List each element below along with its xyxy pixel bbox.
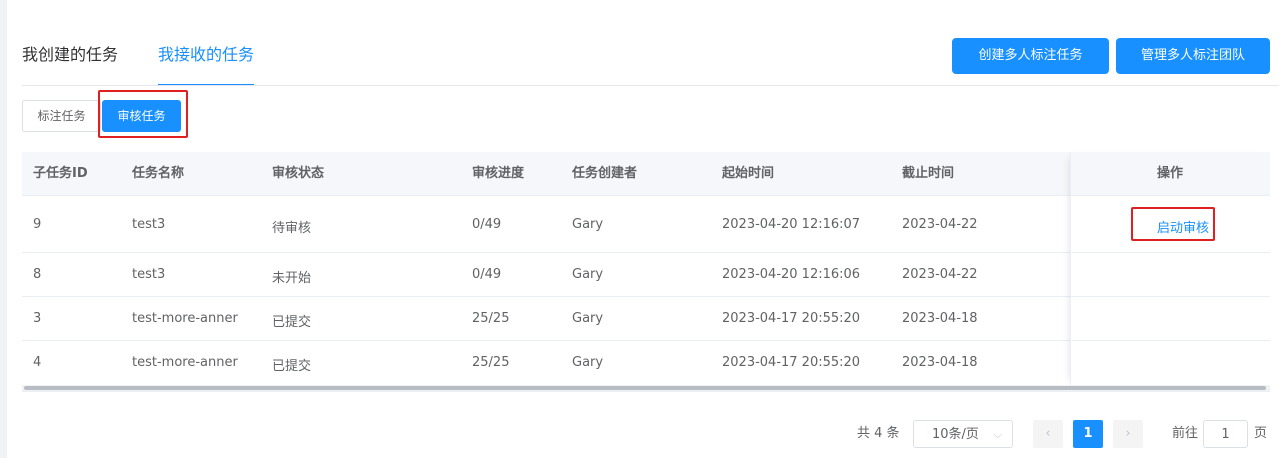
cell-subtask-id: 3 bbox=[33, 311, 42, 326]
cell-end-time: 2023-04-18 bbox=[902, 311, 978, 326]
tab-created-tasks[interactable]: 我创建的任务 bbox=[22, 34, 118, 86]
goto-suffix: 页 bbox=[1254, 426, 1268, 441]
cell-review-progress: 0/49 bbox=[472, 217, 502, 232]
cell-end-time: 2023-04-18 bbox=[902, 355, 978, 370]
cell-subtask-id: 8 bbox=[33, 267, 42, 282]
tabs-divider bbox=[22, 85, 1279, 86]
cell-start-time: 2023-04-20 12:16:06 bbox=[722, 267, 861, 282]
cell-review-status: 未开始 bbox=[272, 271, 312, 286]
cell-review-progress: 0/49 bbox=[472, 267, 502, 282]
header-review-progress: 审核进度 bbox=[472, 166, 525, 181]
cell-subtask-id: 4 bbox=[33, 355, 42, 370]
header-creator: 任务创建者 bbox=[572, 166, 638, 181]
cell-start-time: 2023-04-17 20:55:20 bbox=[722, 355, 861, 370]
cell-end-time: 2023-04-22 bbox=[902, 267, 978, 282]
cell-review-status: 已提交 bbox=[272, 315, 312, 330]
chevron-left-icon: ‹ bbox=[1045, 426, 1051, 441]
cell-start-time: 2023-04-17 20:55:20 bbox=[722, 311, 861, 326]
header-review-status: 审核状态 bbox=[272, 166, 325, 181]
review-task-button[interactable]: 审核任务 bbox=[102, 100, 181, 132]
task-panel: 我创建的任务 我接收的任务 创建多人标注任务 管理多人标注团队 标注任务 审核任… bbox=[7, 0, 1287, 458]
cell-end-time: 2023-04-22 bbox=[902, 217, 978, 232]
cell-creator: Gary bbox=[572, 217, 604, 232]
cell-creator: Gary bbox=[572, 267, 604, 282]
header-start-time: 起始时间 bbox=[722, 166, 775, 181]
cell-review-status: 待审核 bbox=[272, 221, 312, 236]
tab-received-tasks[interactable]: 我接收的任务 bbox=[158, 34, 255, 86]
operation-column bbox=[1070, 152, 1270, 386]
cell-task-name: test-more-anner bbox=[132, 311, 238, 326]
cell-task-name: test-more-anner bbox=[132, 355, 238, 370]
page-size-value: 10条/页 bbox=[932, 427, 979, 442]
cell-review-progress: 25/25 bbox=[472, 355, 510, 370]
cell-review-progress: 25/25 bbox=[472, 311, 510, 326]
chevron-right-icon: › bbox=[1125, 426, 1131, 441]
page-number-current[interactable]: 1 bbox=[1073, 420, 1103, 448]
cell-creator: Gary bbox=[572, 355, 604, 370]
cell-creator: Gary bbox=[572, 311, 604, 326]
prev-page-button[interactable]: ‹ bbox=[1033, 420, 1063, 448]
page-size-select[interactable]: 10条/页 ⌵ bbox=[913, 420, 1013, 448]
header-end-time: 截止时间 bbox=[902, 166, 955, 181]
annotate-task-button[interactable]: 标注任务 bbox=[22, 100, 101, 132]
chevron-down-icon: ⌵ bbox=[993, 428, 1002, 441]
table-bottom-border bbox=[22, 391, 1270, 392]
pagination-total: 共 4 条 bbox=[857, 426, 900, 441]
task-table: 子任务ID 任务名称 审核状态 审核进度 任务创建者 起始时间 截止时间 操作 … bbox=[22, 152, 1270, 394]
cell-subtask-id: 9 bbox=[33, 217, 42, 232]
cell-task-name: test3 bbox=[132, 217, 166, 232]
header-task-name: 任务名称 bbox=[132, 166, 185, 181]
goto-label: 前往 bbox=[1172, 426, 1199, 441]
cell-review-status: 已提交 bbox=[272, 359, 312, 374]
next-page-button[interactable]: › bbox=[1113, 420, 1143, 448]
create-team-task-button[interactable]: 创建多人标注任务 bbox=[952, 38, 1109, 74]
tab-received-label: 我接收的任务 bbox=[158, 45, 255, 64]
scrollbar-thumb[interactable] bbox=[24, 386, 1266, 390]
goto-page-input[interactable]: 1 bbox=[1203, 420, 1248, 448]
cell-start-time: 2023-04-20 12:16:07 bbox=[722, 217, 861, 232]
manage-team-button[interactable]: 管理多人标注团队 bbox=[1116, 38, 1270, 74]
header-subtask-id: 子任务ID bbox=[33, 166, 88, 181]
cell-task-name: test3 bbox=[132, 267, 166, 282]
